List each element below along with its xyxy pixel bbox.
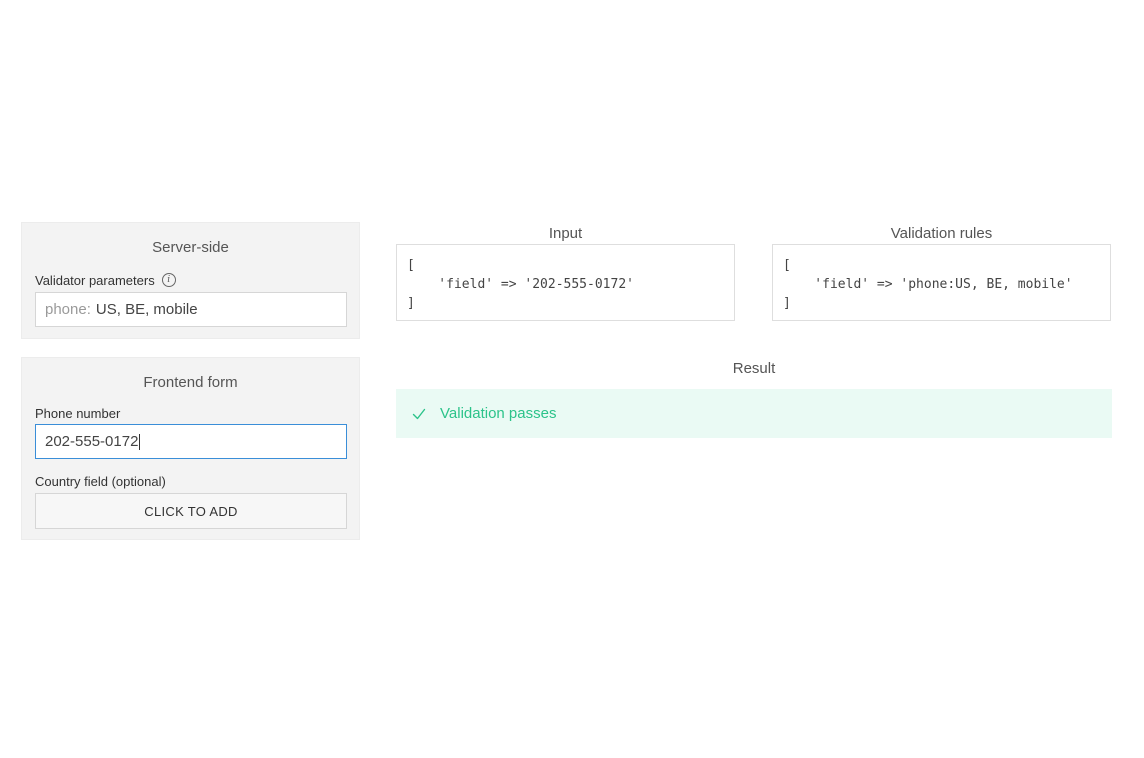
validator-parameters-label: Validator parameters i [35, 271, 346, 289]
input-code-block: [ 'field' => '202-555-0172' ] [396, 244, 735, 321]
phone-number-label-text: Phone number [35, 405, 121, 421]
validation-rules-code-block: [ 'field' => 'phone:US, BE, mobile' ] [772, 244, 1111, 321]
frontend-form-title: Frontend form [143, 374, 238, 391]
result-title: Result [732, 360, 776, 377]
text-caret [139, 433, 141, 450]
validator-parameters-input[interactable]: phone: US, BE, mobile [35, 292, 347, 327]
frontend-form-panel: Frontend form Phone number 202-555-0172 … [21, 357, 360, 540]
country-field-label-text: Country field (optional) [35, 473, 166, 489]
check-icon [412, 408, 426, 419]
info-icon[interactable]: i [161, 273, 176, 287]
country-field-label: Country field (optional) [35, 472, 346, 490]
phone-number-label: Phone number [35, 404, 346, 422]
validation-rules-title: Validation rules [890, 225, 993, 242]
server-side-title: Server-side [152, 239, 229, 256]
validator-parameters-text: Validator parameters [35, 272, 155, 288]
input-title: Input [548, 225, 583, 242]
phone-number-input[interactable]: 202-555-0172 [35, 424, 347, 459]
result-status-bar: Validation passes [396, 389, 1112, 438]
server-side-panel: Server-side Validator parameters i phone… [21, 222, 360, 339]
result-message: Validation passes [440, 405, 557, 422]
phone-prefix: phone: [45, 301, 91, 318]
validator-parameters-value: US, BE, mobile [95, 301, 198, 318]
phone-number-value: 202-555-0172 [45, 433, 139, 450]
click-to-add-button[interactable]: CLICK TO ADD [35, 493, 347, 529]
